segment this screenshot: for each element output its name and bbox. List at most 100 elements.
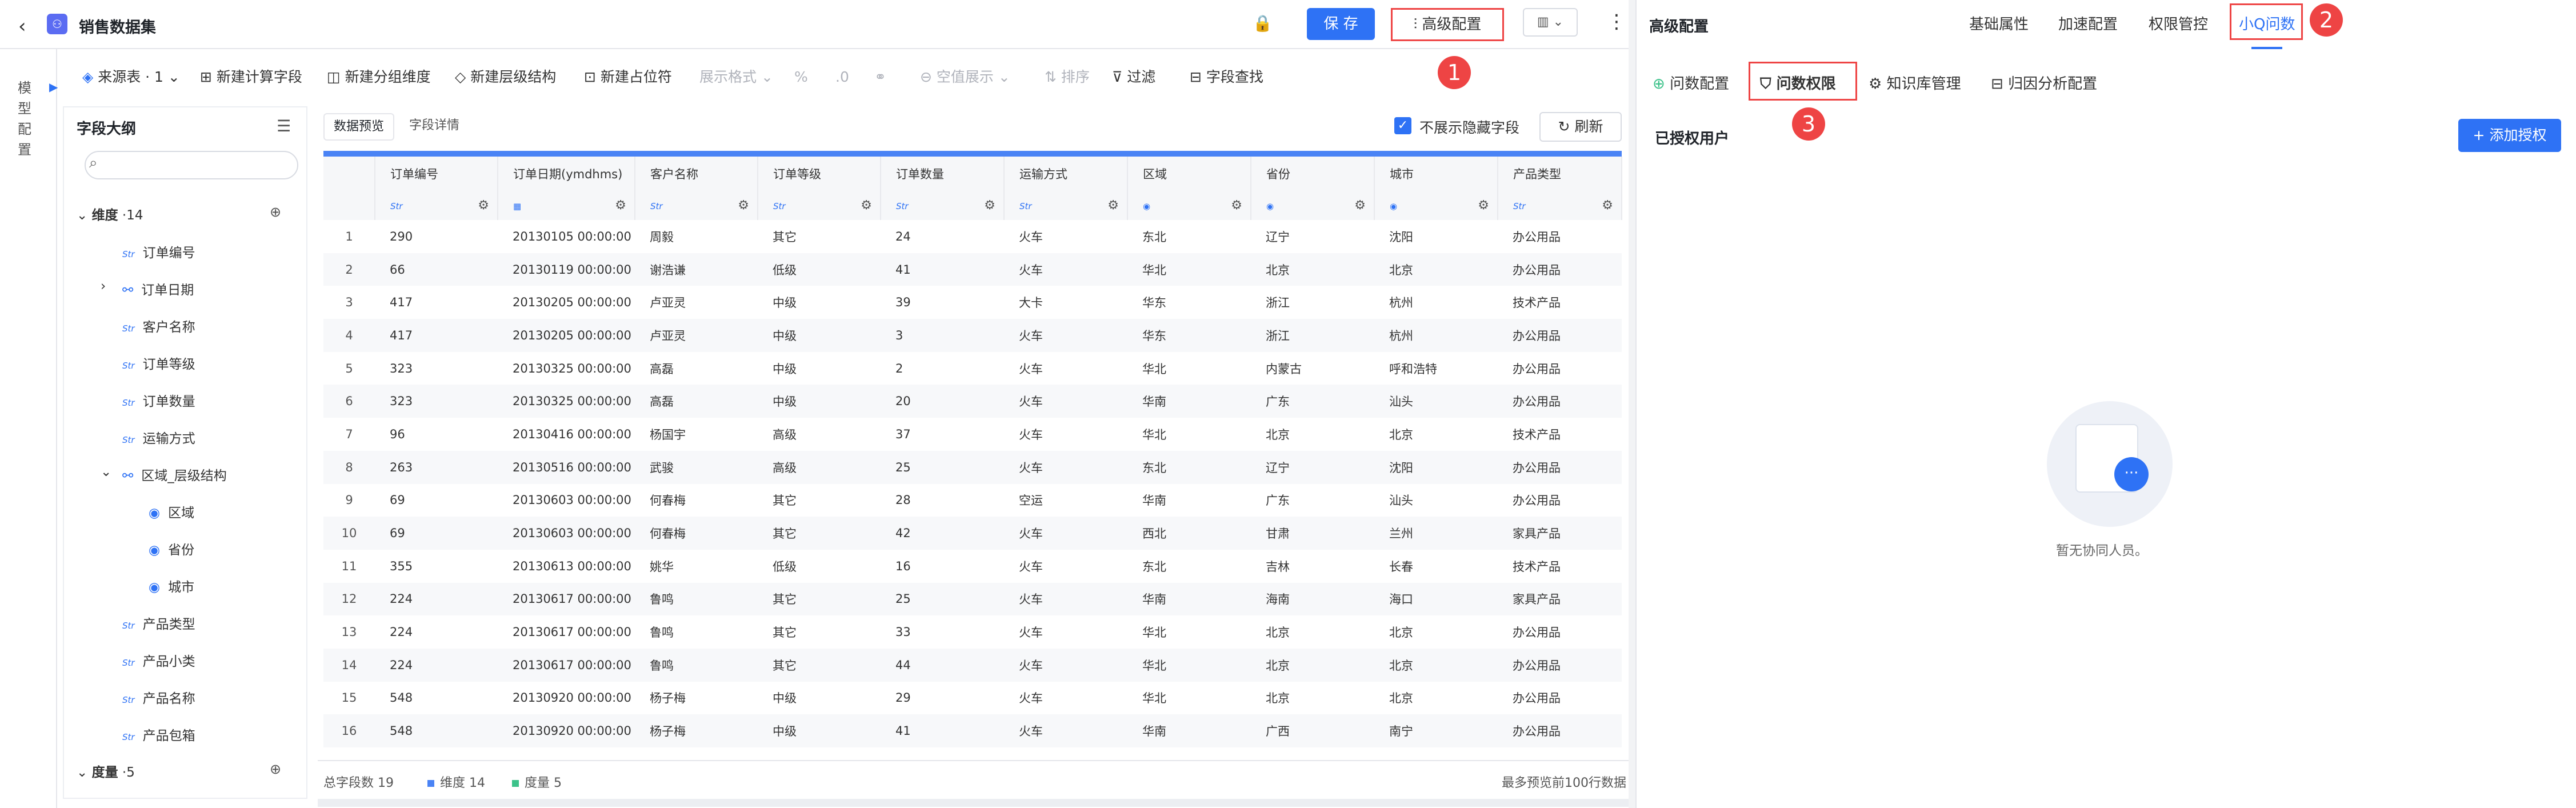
- column-header[interactable]: 产品类型: [1498, 157, 1622, 190]
- field-search-button[interactable]: ⊟ 字段查找: [1190, 57, 1263, 97]
- outline-field-item[interactable]: Str 产品类型: [122, 613, 195, 633]
- outline-search-input[interactable]: [85, 151, 298, 179]
- table-row[interactable]: 15 548 20130920 00:00:00 杨子梅 中级 29 火车 华北 北京 北京 办公用…: [323, 682, 1622, 715]
- add-measure-icon[interactable]: ⊕: [270, 761, 281, 777]
- column-type-cell[interactable]: Str ⚙: [375, 190, 498, 220]
- table-row[interactable]: 16 548 20130920 00:00:00 杨子梅 中级 41 火车 华南 广西 南宁 办公用…: [323, 714, 1622, 747]
- add-group-dim-button[interactable]: ◫ 新建分组维度: [327, 57, 431, 97]
- outline-field-item[interactable]: Str 订单编号: [122, 242, 195, 261]
- users-icon[interactable]: ⚭: [874, 57, 886, 97]
- measures-group[interactable]: ⌄ 度量 ·5: [77, 761, 135, 781]
- column-type-cell[interactable]: ◉ ⚙: [1127, 190, 1251, 220]
- outline-field-item[interactable]: ⌄ ⚯ 区域_层级结构: [101, 465, 227, 484]
- outline-field-item[interactable]: Str 产品名称: [122, 687, 195, 707]
- gear-icon[interactable]: ⚙: [1107, 198, 1119, 213]
- gear-icon[interactable]: ⚙: [615, 198, 626, 213]
- column-type-cell[interactable]: Str ⚙: [1004, 190, 1128, 220]
- add-authorization-button[interactable]: + 添加授权: [2458, 119, 2561, 152]
- gear-icon[interactable]: ⚙: [984, 198, 995, 213]
- column-type-cell[interactable]: ▦ ⚙: [498, 190, 635, 220]
- add-calc-field-button[interactable]: ⊞ 新建计算字段: [200, 57, 302, 97]
- dimensions-group[interactable]: ⌄ 维度 ·14: [77, 204, 143, 223]
- table-row[interactable]: 2 66 20130119 00:00:00 谢浩谦 低级 41 火车 华北 北京 北京 办公用品: [323, 253, 1622, 286]
- percent-icon[interactable]: %: [794, 57, 808, 97]
- tab-acceleration[interactable]: 加速配置: [2058, 13, 2118, 34]
- chevron-down-icon[interactable]: ⌄: [101, 465, 111, 479]
- column-type-cell[interactable]: ◉ ⚙: [1374, 190, 1498, 220]
- subtab-ask-config[interactable]: ⊕ 问数配置: [1653, 72, 1729, 93]
- null-display-dropdown[interactable]: ⊖ 空值展示 ⌄: [920, 57, 1010, 97]
- outline-field-item[interactable]: Str 产品包箱: [122, 725, 195, 744]
- column-type-cell[interactable]: Str ⚙: [1498, 190, 1622, 220]
- column-header[interactable]: 订单等级: [758, 157, 881, 190]
- outline-field-item[interactable]: ◉ 区域: [149, 502, 194, 521]
- column-header[interactable]: 订单编号: [375, 157, 498, 190]
- gear-icon[interactable]: ⚙: [861, 198, 872, 213]
- table-row[interactable]: 7 96 20130416 00:00:00 杨国宇 高级 37 火车 华北 北京 北京 技术产品: [323, 418, 1622, 451]
- column-header[interactable]: 城市: [1374, 157, 1498, 190]
- gear-icon[interactable]: ⚙: [1354, 198, 1366, 213]
- table-row[interactable]: 10 69 20130603 00:00:00 何春梅 其它 42 火车 西北 甘肃 兰州 家具产品: [323, 517, 1622, 550]
- outline-field-item[interactable]: Str 产品小类: [122, 650, 195, 670]
- horizontal-scrollbar[interactable]: [318, 799, 1629, 807]
- tab-field-detail[interactable]: 字段详情: [395, 113, 473, 141]
- outline-field-item[interactable]: ◉ 省份: [149, 539, 194, 558]
- tab-data-preview[interactable]: 数据预览: [323, 113, 394, 141]
- table-row[interactable]: 5 323 20130325 00:00:00 高磊 中级 2 火车 华北 内蒙古 呼和浩特 办公用…: [323, 352, 1622, 385]
- column-header[interactable]: 省份: [1251, 157, 1375, 190]
- add-placeholder-button[interactable]: ⊡ 新建占位符: [584, 57, 672, 97]
- sort-button[interactable]: ⇅ 排序: [1045, 57, 1090, 97]
- column-header[interactable]: 订单日期(ymdhms): [498, 157, 635, 190]
- outline-field-item[interactable]: Str 订单数量: [122, 390, 195, 410]
- lock-icon[interactable]: 🔒: [1253, 14, 1273, 33]
- table-row[interactable]: 13 224 20130617 00:00:00 鲁鸣 其它 33 火车 华北 北京 北京 办公用品: [323, 615, 1622, 649]
- outline-field-item[interactable]: Str 订单等级: [122, 353, 195, 373]
- outline-field-item[interactable]: ◉ 城市: [149, 576, 194, 595]
- panel-divider[interactable]: [1629, 0, 1635, 808]
- add-dimension-icon[interactable]: ⊕: [270, 204, 281, 220]
- more-icon[interactable]: ⋮: [1607, 10, 1626, 33]
- table-row[interactable]: 12 224 20130617 00:00:00 鲁鸣 其它 25 火车 华南 海南 海口 家具产品: [323, 582, 1622, 616]
- hide-fields-checkbox[interactable]: ✓: [1394, 117, 1411, 134]
- source-table-dropdown[interactable]: ◈ 来源表 · 1 ⌄: [82, 57, 180, 97]
- refresh-button[interactable]: ↻ 刷新: [1539, 112, 1622, 142]
- gear-icon[interactable]: ⚙: [1231, 198, 1242, 213]
- table-row[interactable]: 14 224 20130617 00:00:00 鲁鸣 其它 44 火车 华北 北京 北京 办公用品: [323, 648, 1622, 682]
- save-button[interactable]: 保 存: [1307, 8, 1375, 40]
- collapse-icon[interactable]: ☰: [277, 117, 291, 135]
- outline-field-item[interactable]: › ⚯ 订单日期: [101, 279, 194, 298]
- table-row[interactable]: 3 417 20130205 00:00:00 卢亚灵 中级 39 大卡 华东 浙江 杭州 技术产品: [323, 286, 1622, 319]
- table-row[interactable]: 4 417 20130205 00:00:00 卢亚灵 中级 3 火车 华东 浙江 杭州 办公用品: [323, 319, 1622, 352]
- chart-button[interactable]: ▥ ⌄: [1523, 8, 1578, 37]
- column-header[interactable]: 客户名称: [635, 157, 758, 190]
- tab-permissions[interactable]: 权限管控: [2149, 13, 2208, 34]
- add-hierarchy-button[interactable]: ◇ 新建层级结构: [455, 57, 556, 97]
- table-row[interactable]: 1 290 20130105 00:00:00 周毅 其它 24 火车 东北 辽宁 沈阳 办公用品: [323, 220, 1622, 253]
- subtab-attribution[interactable]: ⊟ 归因分析配置: [1991, 72, 2097, 93]
- gear-icon[interactable]: ⚙: [478, 198, 489, 213]
- model-config-tab[interactable]: 模型配置: [16, 78, 33, 160]
- table-row[interactable]: 11 355 20130613 00:00:00 姚华 低级 16 火车 东北 吉林 长春 技术产品: [323, 550, 1622, 583]
- table-row[interactable]: 9 69 20130603 00:00:00 何春梅 其它 28 空运 华南 广东 汕头 办公用品: [323, 484, 1622, 517]
- table-row[interactable]: 8 263 20130516 00:00:00 武骏 高级 25 火车 东北 辽宁 沈阳 办公用品: [323, 450, 1622, 484]
- column-header[interactable]: 运输方式: [1004, 157, 1128, 190]
- table-row[interactable]: 6 323 20130325 00:00:00 高磊 中级 20 火车 华南 广东 汕头 办公用品: [323, 385, 1622, 418]
- filter-button[interactable]: ⊽ 过滤: [1112, 57, 1155, 97]
- column-header[interactable]: 订单数量: [881, 157, 1005, 190]
- column-type-cell[interactable]: Str ⚙: [758, 190, 881, 220]
- display-format-dropdown[interactable]: 展示格式 ⌄: [699, 57, 773, 97]
- column-type-cell[interactable]: Str ⚙: [635, 190, 758, 220]
- tab-basic-props[interactable]: 基础属性: [1969, 13, 2029, 34]
- outline-field-item[interactable]: Str 客户名称: [122, 316, 195, 335]
- outline-field-item[interactable]: Str 运输方式: [122, 427, 195, 447]
- gear-icon[interactable]: ⚙: [1602, 198, 1613, 213]
- column-type-cell[interactable]: ◉ ⚙: [1251, 190, 1375, 220]
- back-icon[interactable]: ‹: [18, 15, 26, 38]
- decimal-icon[interactable]: .0: [835, 57, 849, 97]
- column-type-cell[interactable]: Str ⚙: [881, 190, 1005, 220]
- column-header[interactable]: 区域: [1127, 157, 1251, 190]
- gear-icon[interactable]: ⚙: [738, 198, 749, 213]
- gear-icon[interactable]: ⚙: [1478, 198, 1489, 213]
- advanced-config-button[interactable]: ⫶ 高级配置: [1391, 8, 1504, 41]
- chevron-right-icon[interactable]: ›: [101, 279, 106, 294]
